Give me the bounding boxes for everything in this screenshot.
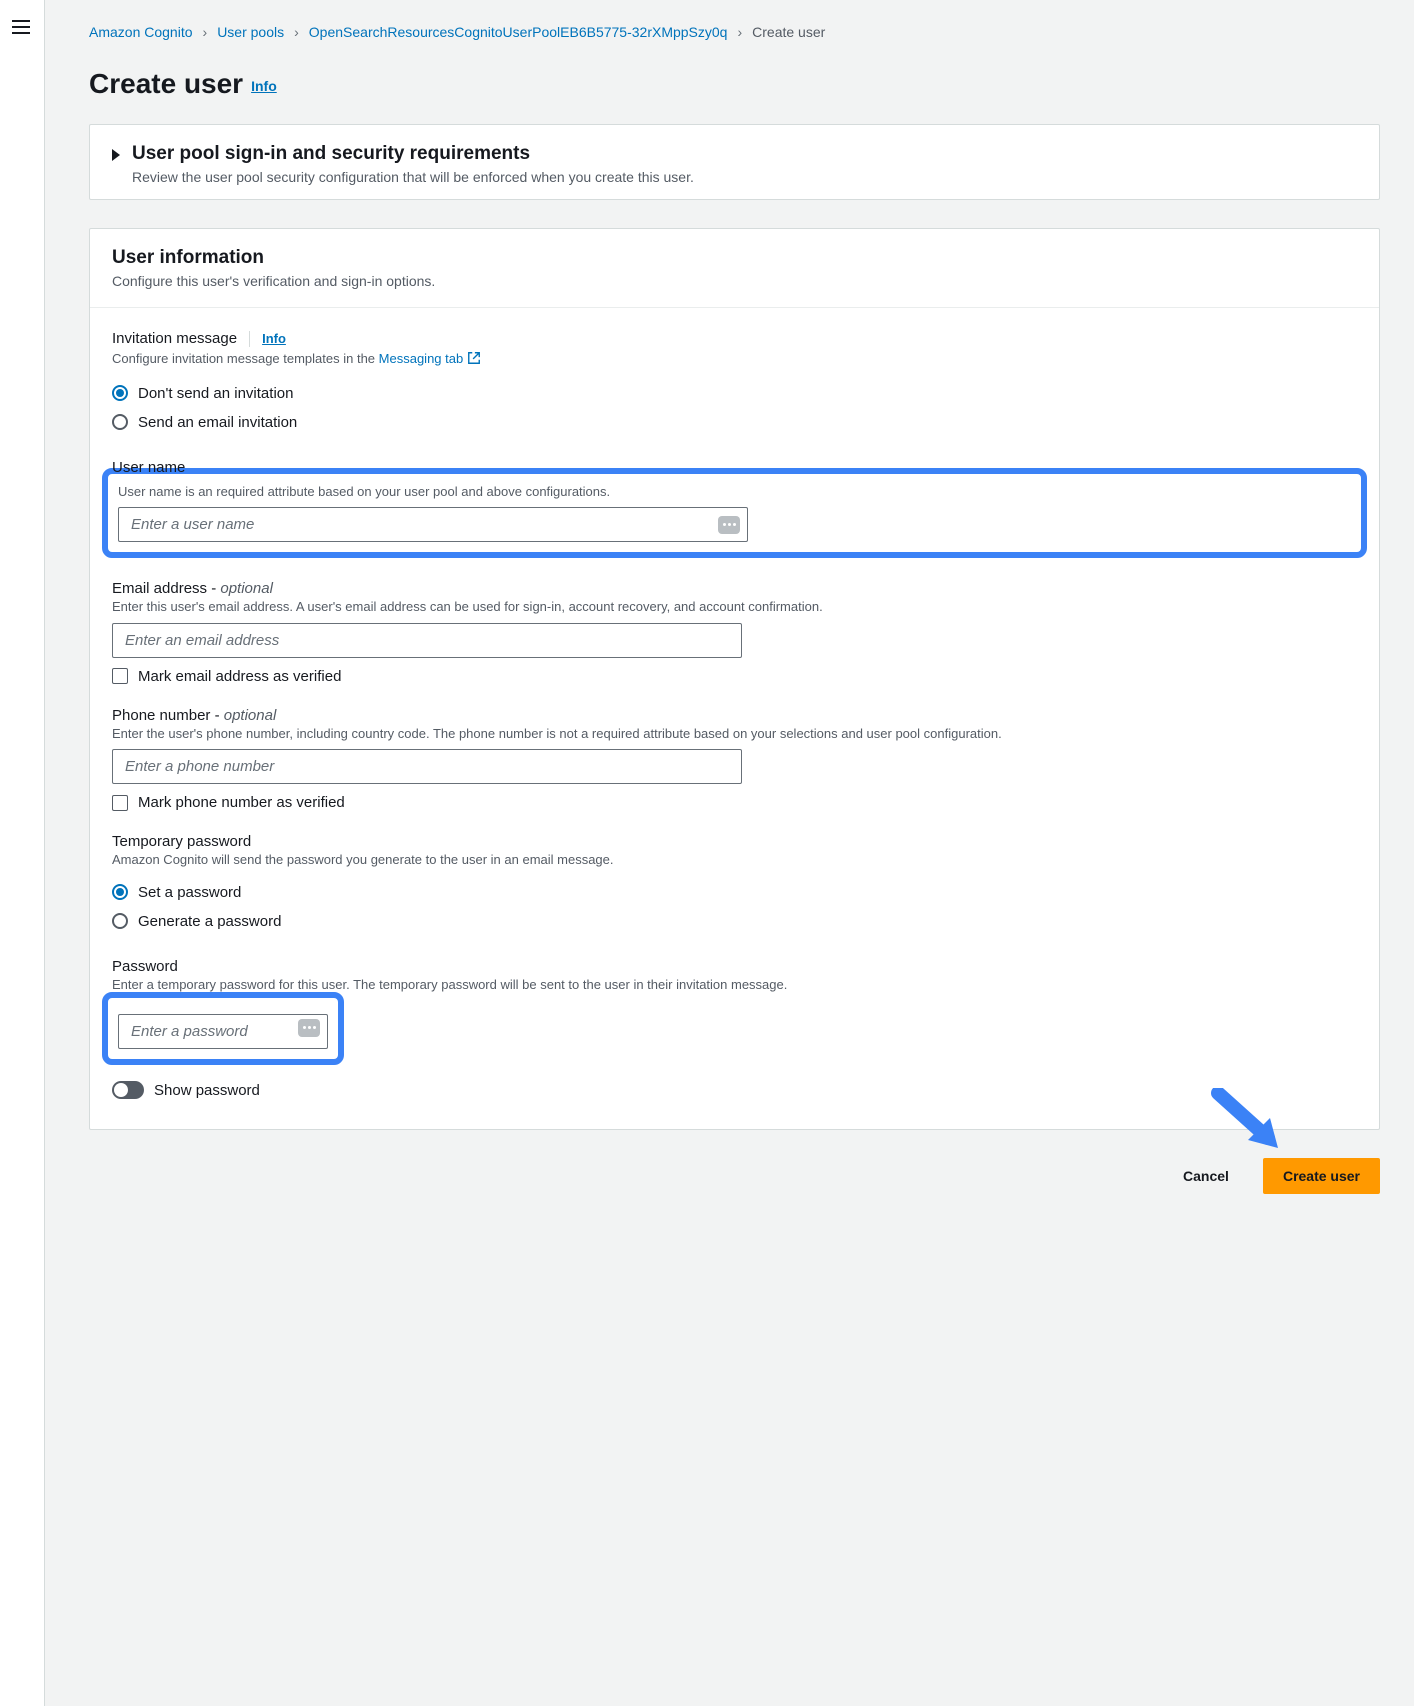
breadcrumb-pools[interactable]: User pools: [217, 24, 284, 40]
username-field: User name User name is an required attri…: [112, 459, 1357, 559]
password-field: Password Enter a temporary password for …: [112, 958, 1357, 1100]
phone-label: Phone number - optional: [112, 707, 1357, 724]
create-user-button[interactable]: Create user: [1263, 1158, 1380, 1194]
messaging-tab-link[interactable]: Messaging tab: [379, 351, 482, 366]
invitation-email-radio[interactable]: Send an email invitation: [112, 408, 1357, 437]
phone-input[interactable]: [112, 749, 742, 784]
password-input[interactable]: [118, 1014, 328, 1049]
chevron-right-icon: ›: [737, 24, 742, 40]
temp-password-help: Amazon Cognito will send the password yo…: [112, 850, 1357, 870]
phone-field: Phone number - optional Enter the user's…: [112, 707, 1357, 812]
page-info-link[interactable]: Info: [251, 78, 277, 94]
expander-subtitle: Review the user pool security configurat…: [132, 169, 694, 185]
phone-verified-checkbox[interactable]: Mark phone number as verified: [112, 794, 1357, 811]
email-help: Enter this user's email address. A user'…: [112, 597, 1357, 617]
invitation-dont-send-radio[interactable]: Don't send an invitation: [112, 379, 1357, 408]
invitation-help: Configure invitation message templates i…: [112, 349, 1357, 371]
breadcrumb: Amazon Cognito › User pools › OpenSearch…: [89, 0, 1380, 52]
breadcrumb-root[interactable]: Amazon Cognito: [89, 24, 193, 40]
email-verified-checkbox[interactable]: Mark email address as verified: [112, 668, 1357, 685]
external-link-icon: [467, 351, 481, 371]
radio-icon: [112, 913, 128, 929]
section-subtitle: Configure this user's verification and s…: [112, 273, 1357, 289]
sidebar-toggle[interactable]: [0, 0, 45, 1706]
show-password-toggle[interactable]: [112, 1081, 144, 1099]
breadcrumb-current: Create user: [752, 24, 825, 40]
email-field: Email address - optional Enter this user…: [112, 580, 1357, 685]
expander-title: User pool sign-in and security requireme…: [132, 143, 694, 165]
invitation-label: Invitation message: [112, 330, 237, 347]
password-highlight-annotation: [102, 992, 344, 1065]
caret-right-icon: [112, 149, 120, 161]
page-title: Create userInfo: [89, 52, 1380, 124]
input-suggestion-icon: [718, 516, 740, 534]
temp-password-generate-radio[interactable]: Generate a password: [112, 907, 1357, 936]
username-highlight-annotation: User name is an required attribute based…: [102, 468, 1367, 559]
phone-help: Enter the user's phone number, including…: [112, 724, 1357, 744]
breadcrumb-pool-name[interactable]: OpenSearchResourcesCognitoUserPoolEB6B57…: [309, 24, 728, 40]
section-title: User information: [112, 247, 1357, 269]
radio-icon: [112, 884, 128, 900]
hamburger-icon: [12, 18, 30, 36]
chevron-right-icon: ›: [294, 24, 299, 40]
temp-password-label: Temporary password: [112, 833, 1357, 850]
email-input[interactable]: [112, 623, 742, 658]
email-label: Email address - optional: [112, 580, 1357, 597]
chevron-right-icon: ›: [203, 24, 208, 40]
invitation-info-link[interactable]: Info: [262, 331, 286, 346]
password-label: Password: [112, 958, 1357, 975]
invitation-field: Invitation message Info Configure invita…: [112, 330, 1357, 437]
username-input[interactable]: [118, 507, 748, 542]
security-expander[interactable]: User pool sign-in and security requireme…: [89, 124, 1380, 200]
radio-icon: [112, 385, 128, 401]
input-suggestion-icon: [298, 1019, 320, 1037]
cancel-button[interactable]: Cancel: [1163, 1158, 1249, 1194]
checkbox-icon: [112, 795, 128, 811]
user-info-card: User information Configure this user's v…: [89, 228, 1380, 1130]
username-help: User name is an required attribute based…: [118, 482, 1351, 502]
temp-password-field: Temporary password Amazon Cognito will s…: [112, 833, 1357, 936]
radio-icon: [112, 414, 128, 430]
temp-password-set-radio[interactable]: Set a password: [112, 878, 1357, 907]
checkbox-icon: [112, 668, 128, 684]
show-password-label: Show password: [154, 1082, 260, 1099]
